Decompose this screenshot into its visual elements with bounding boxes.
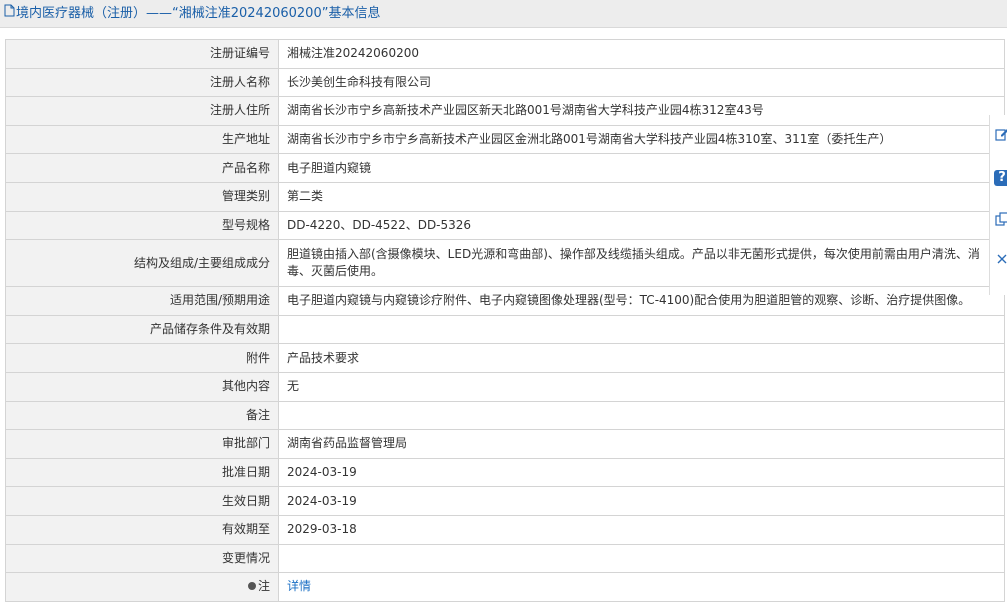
table-row: 型号规格 DD-4220、DD-4522、DD-5326 — [5, 210, 1005, 241]
row-value: 长沙美创生命科技有限公司 — [278, 67, 1005, 98]
info-table: 注册证编号 湘械注准20242060200 注册人名称 长沙美创生命科技有限公司 注… — [5, 39, 1005, 602]
table-row: 批准日期 2024-03-19 — [5, 457, 1005, 488]
table-row: 适用范围/预期用途 电子胆道内窥镜与内窥镜诊疗附件、电子内窥镜图像处理器(型号：T… — [5, 286, 1005, 316]
table-row: 变更情况 — [5, 543, 1005, 574]
row-value: 2024-03-19 — [278, 457, 1005, 488]
row-label: 注册证编号 — [5, 39, 279, 69]
row-label: 附件 — [5, 343, 279, 373]
note-label: 注 — [5, 572, 279, 602]
row-value: 湖南省药品监督管理局 — [278, 429, 1005, 459]
floating-sidebar: ? — [989, 115, 1007, 295]
note-value: 详情 — [278, 572, 1005, 602]
document-icon — [4, 4, 15, 23]
lightbulb-icon — [247, 581, 256, 590]
row-value: DD-4220、DD-4522、DD-5326 — [278, 210, 1005, 241]
table-row: 管理类别 第二类 — [5, 181, 1005, 212]
row-value: 电子胆道内窥镜 — [278, 153, 1005, 183]
table-row: 附件 产品技术要求 — [5, 343, 1005, 373]
table-row: 审批部门 湖南省药品监督管理局 — [5, 429, 1005, 459]
details-link[interactable]: 详情 — [287, 579, 311, 593]
edit-icon[interactable] — [994, 127, 1007, 143]
help-icon[interactable]: ? — [994, 170, 1007, 186]
row-value — [278, 314, 1005, 345]
row-label: 产品名称 — [5, 153, 279, 183]
row-label: 适用范围/预期用途 — [5, 286, 279, 316]
table-row: 生产地址 湖南省长沙市宁乡市宁乡高新技术产业园区金洲北路001号湖南省大学科技产业… — [5, 124, 1005, 155]
table-row: 产品储存条件及有效期 — [5, 314, 1005, 345]
row-value: 胆道镜由插入部(含摄像模块、LED光源和弯曲部)、操作部及线缆插头组成。产品以非… — [278, 239, 1005, 288]
row-value — [278, 543, 1005, 574]
row-label: 有效期至 — [5, 514, 279, 545]
table-row: 注册人名称 长沙美创生命科技有限公司 — [5, 67, 1005, 98]
row-label: 变更情况 — [5, 543, 279, 574]
row-label: 生效日期 — [5, 486, 279, 516]
row-label: 批准日期 — [5, 457, 279, 488]
row-label: 产品储存条件及有效期 — [5, 314, 279, 345]
table-row: 注册人住所 湖南省长沙市宁乡高新技术产业园区新天北路001号湖南省大学科技产业园4… — [5, 96, 1005, 126]
row-label: 结构及组成/主要组成成分 — [5, 239, 279, 288]
title-bar: 境内医疗器械（注册）——“湘械注准20242060200”基本信息 — [0, 0, 1007, 28]
table-row: 其他内容无 — [5, 371, 1005, 402]
row-label: 管理类别 — [5, 181, 279, 212]
row-value: 2024-03-19 — [278, 486, 1005, 516]
row-label: 审批部门 — [5, 429, 279, 459]
table-row: 注册证编号 湘械注准20242060200 — [5, 39, 1005, 69]
table-row: 有效期至 2029-03-18 — [5, 514, 1005, 545]
row-value: 湘械注准20242060200 — [278, 39, 1005, 69]
row-value: 2029-03-18 — [278, 514, 1005, 545]
table-row: 生效日期 2024-03-19 — [5, 486, 1005, 516]
row-label: 其他内容 — [5, 371, 279, 402]
page-title-text: 境内医疗器械（注册）——“湘械注准20242060200”基本信息 — [16, 6, 381, 21]
row-value: 产品技术要求 — [278, 343, 1005, 373]
row-value: 第二类 — [278, 181, 1005, 212]
row-value: 湖南省长沙市宁乡高新技术产业园区新天北路001号湖南省大学科技产业园4栋312室… — [278, 96, 1005, 126]
table-row: 结构及组成/主要组成成分 胆道镜由插入部(含摄像模块、LED光源和弯曲部)、操作部… — [5, 239, 1005, 288]
copy-icon[interactable] — [994, 212, 1007, 228]
table-row: 备注 — [5, 400, 1005, 431]
row-value: 无 — [278, 371, 1005, 402]
row-value: 湖南省长沙市宁乡市宁乡高新技术产业园区金洲北路001号湖南省大学科技产业园4栋3… — [278, 124, 1005, 155]
row-label: 型号规格 — [5, 210, 279, 241]
row-label: 注册人住所 — [5, 96, 279, 126]
row-value: 电子胆道内窥镜与内窥镜诊疗附件、电子内窥镜图像处理器(型号：TC-4100)配合… — [278, 286, 1005, 316]
row-label: 注册人名称 — [5, 67, 279, 98]
row-label: 生产地址 — [5, 124, 279, 155]
close-icon[interactable] — [994, 253, 1007, 269]
table-row: 产品名称 电子胆道内窥镜 — [5, 153, 1005, 183]
row-label: 备注 — [5, 400, 279, 431]
page-title: 境内医疗器械（注册）——“湘械注准20242060200”基本信息 — [4, 4, 380, 23]
note-label-text: 注 — [257, 579, 270, 594]
row-value — [278, 400, 1005, 431]
note-row: 注 详情 — [5, 572, 1005, 602]
